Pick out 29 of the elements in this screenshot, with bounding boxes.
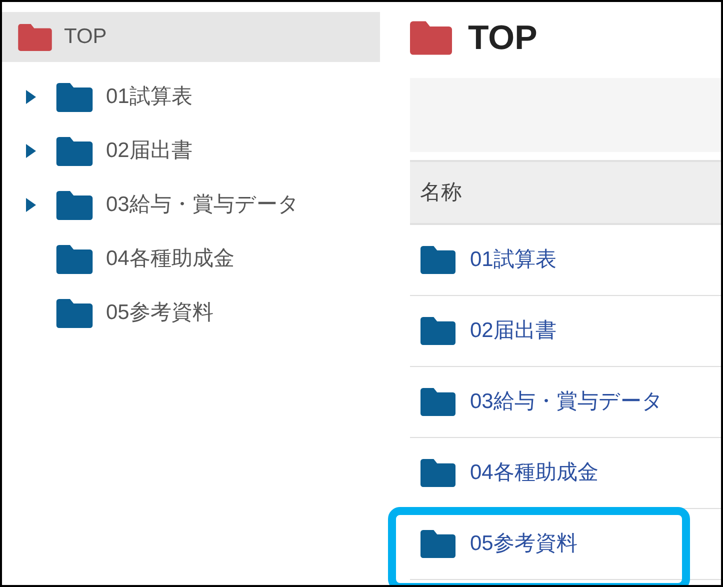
folder-icon [420, 530, 456, 558]
tree-item[interactable]: 02届出書 [106, 135, 192, 167]
folder-link[interactable]: 04各種助成金 [470, 457, 598, 489]
folder-icon [18, 24, 52, 50]
page-title: TOP [468, 18, 538, 58]
folder-link[interactable]: 05参考資料 [470, 528, 578, 560]
tree-item[interactable]: 01試算表 [106, 81, 192, 113]
folder-icon [420, 317, 456, 345]
folder-icon [56, 298, 93, 328]
folder-link[interactable]: 01試算表 [470, 244, 556, 276]
folder-icon [56, 190, 93, 220]
folder-link[interactable]: 03給与・賞与データ [470, 386, 664, 418]
tree-root-item[interactable]: TOP [2, 12, 380, 62]
tree-root-label: TOP [64, 24, 107, 50]
tree-item[interactable]: 03給与・賞与データ [106, 189, 300, 221]
expand-caret-icon[interactable] [26, 90, 36, 104]
folder-icon [420, 246, 456, 274]
folder-icon [56, 82, 93, 112]
folder-icon [420, 388, 456, 416]
folder-link[interactable]: 02届出書 [470, 315, 556, 347]
tree-item[interactable]: 05参考資料 [106, 297, 214, 329]
column-header[interactable]: 名称 [420, 176, 462, 208]
folder-icon [56, 244, 93, 274]
tree-item[interactable]: 04各種助成金 [106, 243, 234, 275]
expand-caret-icon[interactable] [26, 198, 36, 212]
expand-caret-icon[interactable] [26, 144, 36, 158]
folder-icon [410, 21, 452, 55]
folder-icon [56, 136, 93, 166]
folder-icon [420, 459, 456, 487]
